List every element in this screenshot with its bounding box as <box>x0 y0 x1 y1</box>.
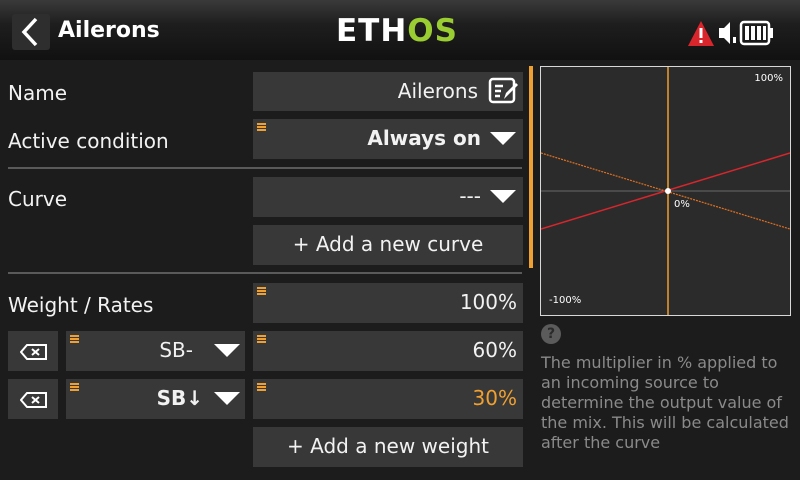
name-field[interactable]: Ailerons <box>253 72 523 111</box>
add-curve-button[interactable]: + Add a new curve <box>253 225 523 265</box>
weight-value: 100% <box>459 290 517 314</box>
graph-center-point <box>665 188 671 194</box>
graph-center-label: 0% <box>674 199 690 210</box>
rate-value-field[interactable]: 60% <box>253 331 523 371</box>
active-condition-label: Active condition <box>8 129 169 153</box>
battery-icon <box>739 20 773 46</box>
curve-select[interactable]: --- <box>253 177 523 217</box>
rate-switch-value: SB↓ <box>156 386 203 410</box>
chevron-down-icon <box>490 190 516 203</box>
active-condition-select[interactable]: Always on <box>253 119 523 159</box>
logo-main: ETH <box>336 13 408 49</box>
add-weight-button[interactable]: + Add a new weight <box>253 427 523 467</box>
curve-value: --- <box>459 184 481 208</box>
add-curve-label: + Add a new curve <box>292 232 484 256</box>
weight-label: Weight / Rates <box>8 293 154 317</box>
scrollbar[interactable] <box>529 66 533 268</box>
rate-switch-select[interactable]: SB↓ <box>66 379 245 419</box>
chevron-down-icon <box>490 132 516 145</box>
mix-mark-icon <box>257 383 266 391</box>
edit-icon <box>488 77 518 104</box>
help-text: The multiplier in % applied to an incomi… <box>541 353 789 452</box>
delete-rate-button[interactable] <box>8 331 58 371</box>
delete-rate-button[interactable] <box>8 379 58 419</box>
logo-accent: OS <box>407 13 458 49</box>
back-arrow-icon <box>21 17 38 47</box>
rate-value-active: 30% <box>472 386 517 410</box>
add-weight-label: + Add a new weight <box>287 434 489 458</box>
rate-value: 60% <box>472 338 517 362</box>
help-icon: ? <box>541 324 561 344</box>
chevron-down-icon <box>214 344 240 357</box>
curve-graph: 100% 0% -100% <box>540 66 791 316</box>
warning-icon <box>688 21 714 46</box>
mix-mark-icon <box>70 383 79 391</box>
name-value: Ailerons <box>397 79 478 103</box>
ethos-logo: ETHOS <box>336 13 458 49</box>
rate-switch-select[interactable]: SB- <box>66 331 245 371</box>
mix-mark-icon <box>257 335 266 343</box>
speaker-muted-icon <box>719 22 736 44</box>
back-button[interactable] <box>12 14 50 50</box>
section-divider <box>8 167 522 169</box>
curve-label: Curve <box>8 187 68 211</box>
delete-icon <box>20 344 47 360</box>
mix-mark-icon <box>257 123 266 131</box>
section-divider <box>8 272 522 274</box>
graph-bottom-label: -100% <box>549 295 582 306</box>
name-label: Name <box>8 81 68 105</box>
active-condition-value: Always on <box>367 126 481 150</box>
chevron-down-icon <box>214 392 240 405</box>
mix-mark-icon <box>70 335 79 343</box>
page-title: Ailerons <box>58 18 160 43</box>
status-icons <box>686 18 786 48</box>
mix-mark-icon <box>257 287 266 295</box>
rate-switch-value: SB- <box>159 338 193 362</box>
header-bar: Ailerons ETHOS <box>0 0 800 60</box>
delete-icon <box>20 392 47 408</box>
rate-value-field[interactable]: 30% <box>253 379 523 419</box>
graph-top-label: 100% <box>754 73 783 84</box>
weight-field[interactable]: 100% <box>253 283 523 323</box>
